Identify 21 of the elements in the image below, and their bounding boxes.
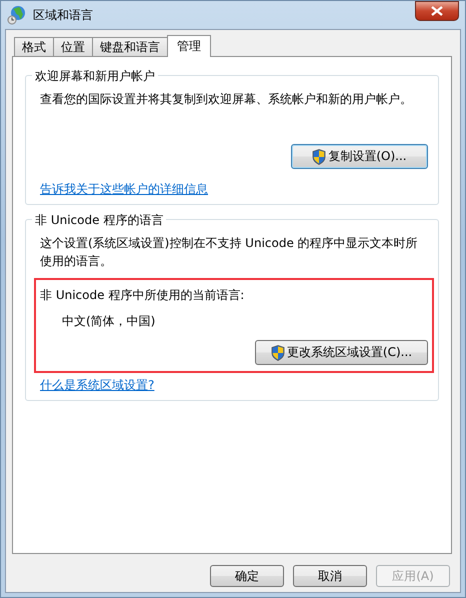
button[interactable]: 复制设置(O)...: [291, 144, 428, 169]
button[interactable]: 更改系统区域设置(C)...: [255, 340, 428, 365]
description-text: 这个设置(系统区域设置)控制在不支持 Unicode 的程序中显示文本时所使用的语言。: [40, 235, 419, 270]
tab[interactable]: 位置: [53, 37, 93, 56]
button[interactable]: 确定: [210, 565, 284, 587]
help-link[interactable]: 告诉我关于这些帐户的详细信息: [40, 181, 208, 198]
current-language-value: 中文(简体，中国): [62, 313, 156, 330]
group-title: 欢迎屏幕和新用户帐户: [32, 68, 158, 85]
current-language-label: 非 Unicode 程序中所使用的当前语言:: [40, 287, 246, 304]
close-button[interactable]: [415, 1, 459, 21]
tab[interactable]: 键盘和语言: [92, 37, 168, 56]
shield-icon: [312, 148, 326, 164]
button[interactable]: 取消: [293, 565, 367, 587]
tab[interactable]: 格式: [14, 37, 54, 56]
globe-icon: [7, 5, 27, 25]
description-text: 查看您的国际设置并将其复制到欢迎屏幕、系统帐户和新的用户帐户。: [40, 91, 413, 108]
window-title: 区域和语言: [33, 6, 93, 24]
close-icon: [431, 6, 443, 16]
help-link[interactable]: 什么是系统区域设置?: [40, 377, 154, 394]
shield-icon: [270, 344, 285, 360]
tab[interactable]: 管理: [167, 35, 211, 57]
